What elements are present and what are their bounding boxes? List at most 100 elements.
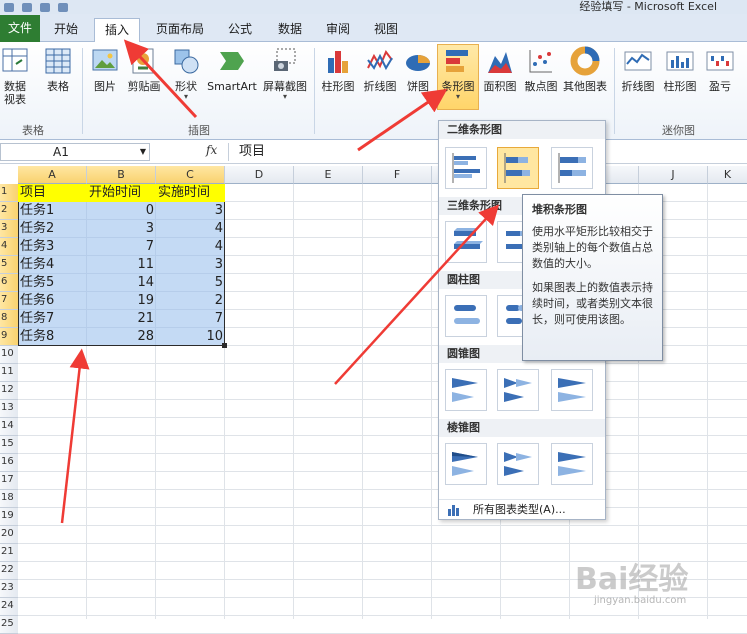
row-header-6[interactable]: 6	[0, 274, 18, 292]
save-icon[interactable]	[22, 2, 32, 12]
row-header-20[interactable]: 20	[0, 526, 18, 544]
bar-chart-button[interactable]: 条形图 ▾	[438, 46, 478, 101]
tab-file[interactable]: 文件	[0, 15, 40, 42]
cell-C4[interactable]: 4	[156, 238, 225, 256]
row-header-18[interactable]: 18	[0, 490, 18, 508]
row-header-11[interactable]: 11	[0, 364, 18, 382]
percent-pyramid-bar-option[interactable]	[551, 443, 593, 485]
cell-A3[interactable]: 任务2	[18, 220, 87, 238]
row-header-15[interactable]: 15	[0, 436, 18, 454]
cell-A1[interactable]: 项目	[18, 184, 87, 202]
cell-B5[interactable]: 11	[87, 256, 156, 274]
cell-B2[interactable]: 0	[87, 202, 156, 220]
redo-icon[interactable]	[58, 2, 68, 12]
cell-B9[interactable]: 28	[87, 328, 156, 346]
cell-C2[interactable]: 3	[156, 202, 225, 220]
percent-cone-bar-option[interactable]	[551, 369, 593, 411]
cell-A2[interactable]: 任务1	[18, 202, 87, 220]
row-header-14[interactable]: 14	[0, 418, 18, 436]
row-header-4[interactable]: 4	[0, 238, 18, 256]
stacked-pyramid-bar-option[interactable]	[497, 443, 539, 485]
cell-C6[interactable]: 5	[156, 274, 225, 292]
clipart-button[interactable]: 剪贴画	[124, 46, 164, 93]
cell-C3[interactable]: 4	[156, 220, 225, 238]
row-header-9[interactable]: 9	[0, 328, 18, 346]
column-header-D[interactable]: D	[225, 166, 294, 184]
stacked-bar-option[interactable]	[497, 147, 539, 189]
other-charts-button[interactable]: 其他图表	[560, 46, 610, 93]
row-header-17[interactable]: 17	[0, 472, 18, 490]
cell-C9[interactable]: 10	[156, 328, 225, 346]
cylinder-bar-option[interactable]	[445, 295, 487, 337]
picture-button[interactable]: 图片	[88, 46, 122, 93]
all-chart-types-option[interactable]: 所有图表类型(A)...	[439, 499, 605, 519]
cell-A4[interactable]: 任务3	[18, 238, 87, 256]
formula-input[interactable]: 项目	[228, 143, 438, 161]
row-header-16[interactable]: 16	[0, 454, 18, 472]
row-header-19[interactable]: 19	[0, 508, 18, 526]
row-header-22[interactable]: 22	[0, 562, 18, 580]
scatter-chart-button[interactable]: 散点图	[521, 46, 561, 93]
row-header-21[interactable]: 21	[0, 544, 18, 562]
cell-A5[interactable]: 任务4	[18, 256, 87, 274]
tab-formulas[interactable]: 公式	[220, 18, 260, 42]
cell-B6[interactable]: 14	[87, 274, 156, 292]
pivot-table-button[interactable]: 数据 视表	[0, 46, 30, 106]
column-header-C[interactable]: C	[156, 166, 225, 184]
cell-A9[interactable]: 任务8	[18, 328, 87, 346]
cell-C7[interactable]: 2	[156, 292, 225, 310]
percent-stacked-bar-option[interactable]	[551, 147, 593, 189]
cell-B7[interactable]: 19	[87, 292, 156, 310]
screenshot-button[interactable]: 屏幕截图 ▾	[260, 46, 310, 101]
line-chart-button[interactable]: 折线图	[360, 46, 400, 93]
row-header-13[interactable]: 13	[0, 400, 18, 418]
insert-function-button[interactable]: fx	[206, 143, 217, 157]
smartart-button[interactable]: SmartArt	[206, 46, 258, 93]
row-header-2[interactable]: 2	[0, 202, 18, 220]
cell-A6[interactable]: 任务5	[18, 274, 87, 292]
sparkline-column-button[interactable]: 柱形图	[660, 46, 700, 93]
pyramid-bar-option[interactable]	[445, 443, 487, 485]
stacked-cone-bar-option[interactable]	[497, 369, 539, 411]
table-button[interactable]: 表格	[40, 46, 76, 93]
column-header-F[interactable]: F	[363, 166, 432, 184]
column-header-E[interactable]: E	[294, 166, 363, 184]
row-header-24[interactable]: 24	[0, 598, 18, 616]
column-header-J[interactable]: J	[639, 166, 708, 184]
row-header-8[interactable]: 8	[0, 310, 18, 328]
sparkline-line-button[interactable]: 折线图	[618, 46, 658, 93]
cell-A8[interactable]: 任务7	[18, 310, 87, 328]
cell-B3[interactable]: 3	[87, 220, 156, 238]
row-header-1[interactable]: 1	[0, 184, 18, 202]
cell-A7[interactable]: 任务6	[18, 292, 87, 310]
sparkline-winloss-button[interactable]: 盈亏	[702, 46, 738, 93]
cone-bar-option[interactable]	[445, 369, 487, 411]
shapes-button[interactable]: 形状 ▾	[170, 46, 202, 101]
row-header-5[interactable]: 5	[0, 256, 18, 274]
column-chart-button[interactable]: 柱形图	[318, 46, 358, 93]
tab-insert[interactable]: 插入	[94, 18, 140, 43]
column-header-B[interactable]: B	[87, 166, 156, 184]
row-header-12[interactable]: 12	[0, 382, 18, 400]
tab-home[interactable]: 开始	[44, 18, 88, 42]
cell-C5[interactable]: 3	[156, 256, 225, 274]
column-header-K[interactable]: K	[708, 166, 747, 184]
tab-view[interactable]: 视图	[366, 18, 406, 42]
name-box[interactable]: A1 ▼	[0, 143, 150, 161]
cell-C1[interactable]: 实施时间	[156, 184, 225, 202]
column-header-A[interactable]: A	[18, 166, 87, 184]
tab-page-layout[interactable]: 页面布局	[146, 18, 214, 42]
fill-handle[interactable]	[222, 343, 227, 348]
cell-B4[interactable]: 7	[87, 238, 156, 256]
chevron-down-icon[interactable]: ▼	[140, 144, 146, 160]
cell-B1[interactable]: 开始时间	[87, 184, 156, 202]
pie-chart-button[interactable]: 饼图	[402, 46, 434, 93]
tab-data[interactable]: 数据	[270, 18, 310, 42]
tab-review[interactable]: 审阅	[318, 18, 358, 42]
row-header-10[interactable]: 10	[0, 346, 18, 364]
clustered-bar-option[interactable]	[445, 147, 487, 189]
row-header-23[interactable]: 23	[0, 580, 18, 598]
cell-C8[interactable]: 7	[156, 310, 225, 328]
3d-clustered-bar-option[interactable]	[445, 221, 487, 263]
cell-B8[interactable]: 21	[87, 310, 156, 328]
